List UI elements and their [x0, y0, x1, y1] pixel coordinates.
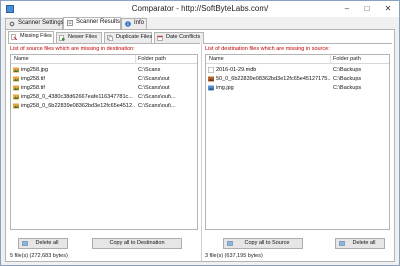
minimize-button[interactable]: – [337, 1, 357, 17]
results-icon [67, 20, 73, 26]
tab-date-conflicts[interactable]: Date Conflicts [154, 32, 204, 43]
tab-label: Info [134, 20, 145, 26]
destination-pane-heading: List of destination files which are miss… [205, 46, 330, 52]
image-file-icon [13, 85, 19, 91]
delete-all-source-button[interactable]: Delete all [18, 238, 68, 249]
missing-files-icon [11, 34, 17, 40]
copy-icon [227, 241, 233, 246]
title-bar[interactable]: Comparator - http://SoftByteLabs.com/ – … [1, 1, 399, 17]
file-name: img258_0_6b22839e08362bd3e12fc65e4512... [21, 103, 135, 109]
source-missing-pane: List of source files which are missing i… [8, 43, 200, 261]
column-header-folder[interactable]: Folder path [333, 56, 361, 62]
tab-newer-files[interactable]: Newer Files [56, 32, 102, 43]
folder-path: C:\Backups [333, 85, 362, 91]
source-pane-heading: List of source files which are missing i… [10, 46, 135, 52]
newer-files-icon [59, 35, 65, 41]
copy-all-to-source-button[interactable]: Copy all to Source [223, 238, 303, 249]
source-status: 5 file(s) (272,683 bytes) [10, 253, 68, 259]
image-file-icon [13, 67, 19, 73]
folder-path: C:\Scans [138, 67, 161, 73]
duplicate-files-icon [107, 35, 113, 41]
tab-label: Duplicate Files [116, 34, 153, 40]
pane-splitter[interactable] [201, 43, 202, 261]
list-header: Name Folder path [206, 55, 389, 64]
database-file-icon [208, 67, 214, 73]
tab-info[interactable]: Info [121, 18, 147, 29]
delete-icon [22, 241, 28, 246]
tab-label: Missing Files [20, 33, 52, 39]
gear-icon [9, 21, 15, 27]
image-file-icon [208, 76, 214, 82]
list-header: Name Folder path [11, 55, 197, 64]
destination-missing-pane: List of destination files which are miss… [203, 43, 392, 261]
file-name: img258.tif [21, 76, 45, 82]
file-name: img258_0_4380c38d62667eafe116347781c... [21, 94, 133, 100]
table-row[interactable]: img258.tif C:\Scans\out [11, 84, 197, 93]
table-row[interactable]: 2016-01-29.mdb C:\Backups [206, 66, 389, 75]
info-icon [125, 21, 131, 27]
destination-file-list[interactable]: Name Folder path 2016-01-29.mdb C:\Backu… [205, 54, 390, 230]
maximize-button[interactable]: □ [357, 1, 377, 17]
file-name: 2016-01-29.mdb [216, 67, 257, 73]
table-row[interactable]: 50_0_6b22839e08362bd3e12fc65e45127175...… [206, 75, 389, 84]
delete-icon [339, 241, 345, 246]
file-name: img258.tif [21, 85, 45, 91]
destination-status: 3 file(s) (637,195 bytes) [205, 253, 263, 259]
button-label: Delete all [352, 240, 376, 246]
image-file-icon [208, 85, 214, 91]
table-row[interactable]: img258.tif C:\Scans\out [11, 75, 197, 84]
column-header-folder[interactable]: Folder path [138, 56, 166, 62]
table-row[interactable]: img258.jpg C:\Scans [11, 66, 197, 75]
column-header-name[interactable]: Name [209, 56, 224, 62]
tab-label: Newer Files [68, 34, 98, 40]
tab-scanner-results[interactable]: Scanner Results [63, 17, 121, 29]
delete-all-destination-button[interactable]: Delete all [335, 238, 385, 249]
tab-missing-files[interactable]: Missing Files [8, 31, 54, 43]
close-button[interactable]: ✕ [377, 1, 399, 17]
image-file-icon [13, 94, 19, 100]
button-label: Delete all [35, 240, 59, 246]
table-row[interactable]: img258_0_4380c38d62667eafe116347781c... … [11, 93, 197, 102]
button-label: Copy all to Destination [109, 240, 165, 246]
calendar-icon [157, 35, 163, 41]
folder-path: C:\Scans\out [138, 85, 170, 91]
file-name: img258.jpg [21, 67, 48, 73]
column-header-name[interactable]: Name [14, 56, 29, 62]
image-file-icon [13, 103, 19, 109]
app-window: Comparator - http://SoftByteLabs.com/ – … [0, 0, 400, 266]
file-name: 50_0_6b22839e08362bd3e12fc65e45127175... [216, 76, 330, 82]
folder-path: C:\Backups [333, 76, 362, 82]
table-row[interactable]: img.jpg C:\Backups [206, 84, 389, 93]
button-label: Copy all to Source [244, 240, 290, 246]
table-row[interactable]: img258_0_6b22839e08362bd3e12fc65e4512...… [11, 102, 197, 111]
folder-path: C:\Backups [333, 67, 362, 73]
tab-label: Scanner Settings [18, 20, 64, 26]
file-name: img.jpg [216, 85, 234, 91]
tab-duplicate-files[interactable]: Duplicate Files [104, 32, 152, 43]
folder-path: C:\Scans\out\... [138, 94, 176, 100]
tab-scanner-settings[interactable]: Scanner Settings [5, 18, 64, 29]
copy-all-to-destination-button[interactable]: Copy all to Destination [92, 238, 182, 249]
tab-label: Scanner Results [76, 19, 121, 25]
scanner-results-panel: Missing Files Newer Files Duplicate File… [5, 29, 395, 262]
folder-path: C:\Scans\out [138, 76, 170, 82]
folder-path: C:\Scans\out\... [138, 103, 176, 109]
tab-label: Date Conflicts [166, 34, 201, 40]
source-file-list[interactable]: Name Folder path img258.jpg C:\Scans img… [10, 54, 198, 230]
image-file-icon [13, 76, 19, 82]
